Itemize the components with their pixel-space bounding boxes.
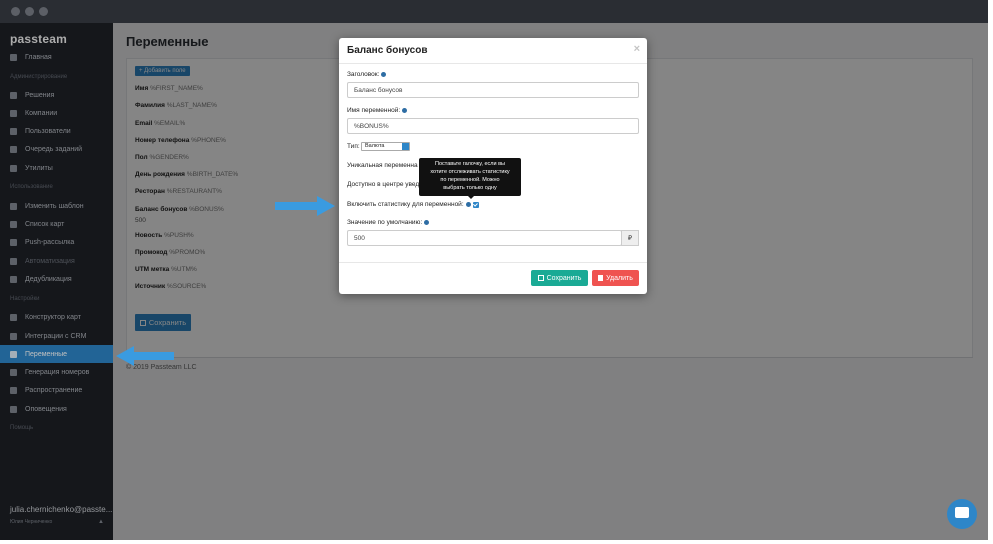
stats-tooltip: Поставьте галочку, если вы хотите отслеж… bbox=[419, 158, 521, 199]
modal-footer-divider bbox=[339, 262, 647, 263]
stats-field-label: Включить статистику для переменной: bbox=[347, 201, 479, 208]
input-value: 500 bbox=[354, 234, 365, 242]
label-text: Имя переменной: bbox=[347, 107, 401, 114]
app-window: passteam Главная Администрирование Решен… bbox=[0, 0, 988, 540]
input-value: Баланс бонусов bbox=[354, 86, 403, 94]
stats-checkbox[interactable] bbox=[472, 201, 479, 208]
tooltip-line: Поставьте галочку, если вы bbox=[435, 161, 505, 167]
chevron-down-icon bbox=[402, 143, 409, 150]
label-text: Включить статистику для переменной: bbox=[347, 201, 464, 208]
header-input[interactable]: Баланс бонусов bbox=[347, 82, 639, 98]
floppy-icon bbox=[537, 275, 544, 281]
varname-field-label: Имя переменной: bbox=[347, 107, 408, 114]
sidebar-dim-overlay bbox=[0, 23, 113, 540]
input-value: %BONUS% bbox=[354, 122, 389, 130]
minimize-window-icon[interactable] bbox=[25, 7, 34, 16]
window-titlebar bbox=[0, 0, 988, 23]
tooltip-line: по переменной. Можно bbox=[440, 177, 500, 183]
button-label: Сохранить bbox=[546, 274, 582, 282]
chat-bubble-icon bbox=[955, 507, 969, 518]
info-icon[interactable] bbox=[424, 220, 430, 225]
tooltip-line: хотите отслеживать статистику bbox=[430, 169, 510, 175]
modal-header-divider bbox=[339, 63, 647, 64]
close-window-icon[interactable] bbox=[11, 7, 20, 16]
currency-addon: ₽ bbox=[621, 230, 639, 246]
label-text: Заголовок: bbox=[347, 71, 380, 78]
tooltip-line: выбрать только одну bbox=[443, 185, 497, 191]
annotation-arrow-left-icon bbox=[116, 346, 174, 366]
info-icon[interactable] bbox=[381, 72, 387, 77]
default-value-input[interactable]: 500 bbox=[347, 230, 622, 246]
type-select[interactable]: Валюта bbox=[361, 142, 410, 151]
close-icon[interactable]: × bbox=[634, 43, 640, 55]
select-value: Валюта bbox=[365, 143, 385, 149]
notify-field-label: Доступно в центре увед bbox=[347, 181, 420, 188]
unique-field-label: Уникальная переменна bbox=[347, 162, 418, 169]
button-label: Удалить bbox=[606, 274, 633, 282]
info-icon[interactable] bbox=[465, 202, 471, 207]
maximize-window-icon[interactable] bbox=[39, 7, 48, 16]
default-field-label: Значение по умолчанию: bbox=[347, 219, 430, 226]
annotation-arrow-right-icon bbox=[275, 196, 335, 216]
info-icon[interactable] bbox=[402, 108, 408, 113]
type-field-label: Тип: bbox=[347, 143, 360, 150]
header-field-label: Заголовок: bbox=[347, 71, 387, 78]
chat-widget-button[interactable] bbox=[947, 499, 977, 529]
varname-input[interactable]: %BONUS% bbox=[347, 118, 639, 134]
label-text: Значение по умолчанию: bbox=[347, 219, 423, 226]
trash-icon bbox=[598, 275, 604, 281]
modal-delete-button[interactable]: Удалить bbox=[592, 270, 639, 286]
modal-title: Баланс бонусов bbox=[347, 45, 428, 56]
modal-save-button[interactable]: Сохранить bbox=[531, 270, 588, 286]
